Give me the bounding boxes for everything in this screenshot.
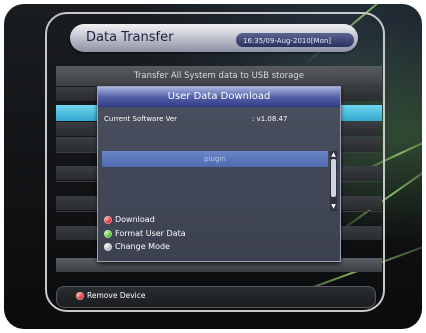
red-key-icon	[76, 291, 84, 300]
file-list[interactable]: plugin ▲ ▼	[102, 151, 337, 211]
user-data-download-dialog: User Data Download Current Software Ver …	[97, 86, 341, 262]
green-key-icon	[104, 229, 112, 238]
change-mode-option[interactable]: Change Mode	[104, 242, 170, 251]
ok-key-icon	[104, 242, 112, 251]
chevron-down-icon[interactable]: ▼	[330, 203, 337, 211]
datetime-text: 16:35/09-Aug-2010[Mon]	[243, 37, 332, 45]
red-key-icon	[104, 215, 112, 224]
remove-device-label: Remove Device	[87, 291, 146, 300]
page-title: Data Transfer	[86, 30, 174, 45]
change-mode-label: Change Mode	[115, 242, 170, 251]
dialog-title: User Data Download	[98, 87, 340, 107]
software-version-label: Current Software Ver	[104, 115, 178, 123]
download-option[interactable]: Download	[104, 215, 155, 224]
subtitle-bar: Transfer All System data to USB storage	[56, 66, 382, 86]
scroll-thumb[interactable]	[331, 159, 336, 197]
chevron-up-icon[interactable]: ▲	[330, 151, 337, 159]
list-item[interactable]: plugin	[102, 151, 328, 167]
format-user-data-label: Format User Data	[115, 229, 186, 238]
remove-device-button[interactable]: Remove Device	[76, 291, 145, 300]
list-scrollbar[interactable]: ▲ ▼	[330, 151, 337, 211]
format-user-data-option[interactable]: Format User Data	[104, 229, 186, 238]
software-version-value: : v1.08.47	[252, 115, 288, 123]
download-label: Download	[115, 215, 155, 224]
subtitle-text: Transfer All System data to USB storage	[133, 71, 305, 81]
